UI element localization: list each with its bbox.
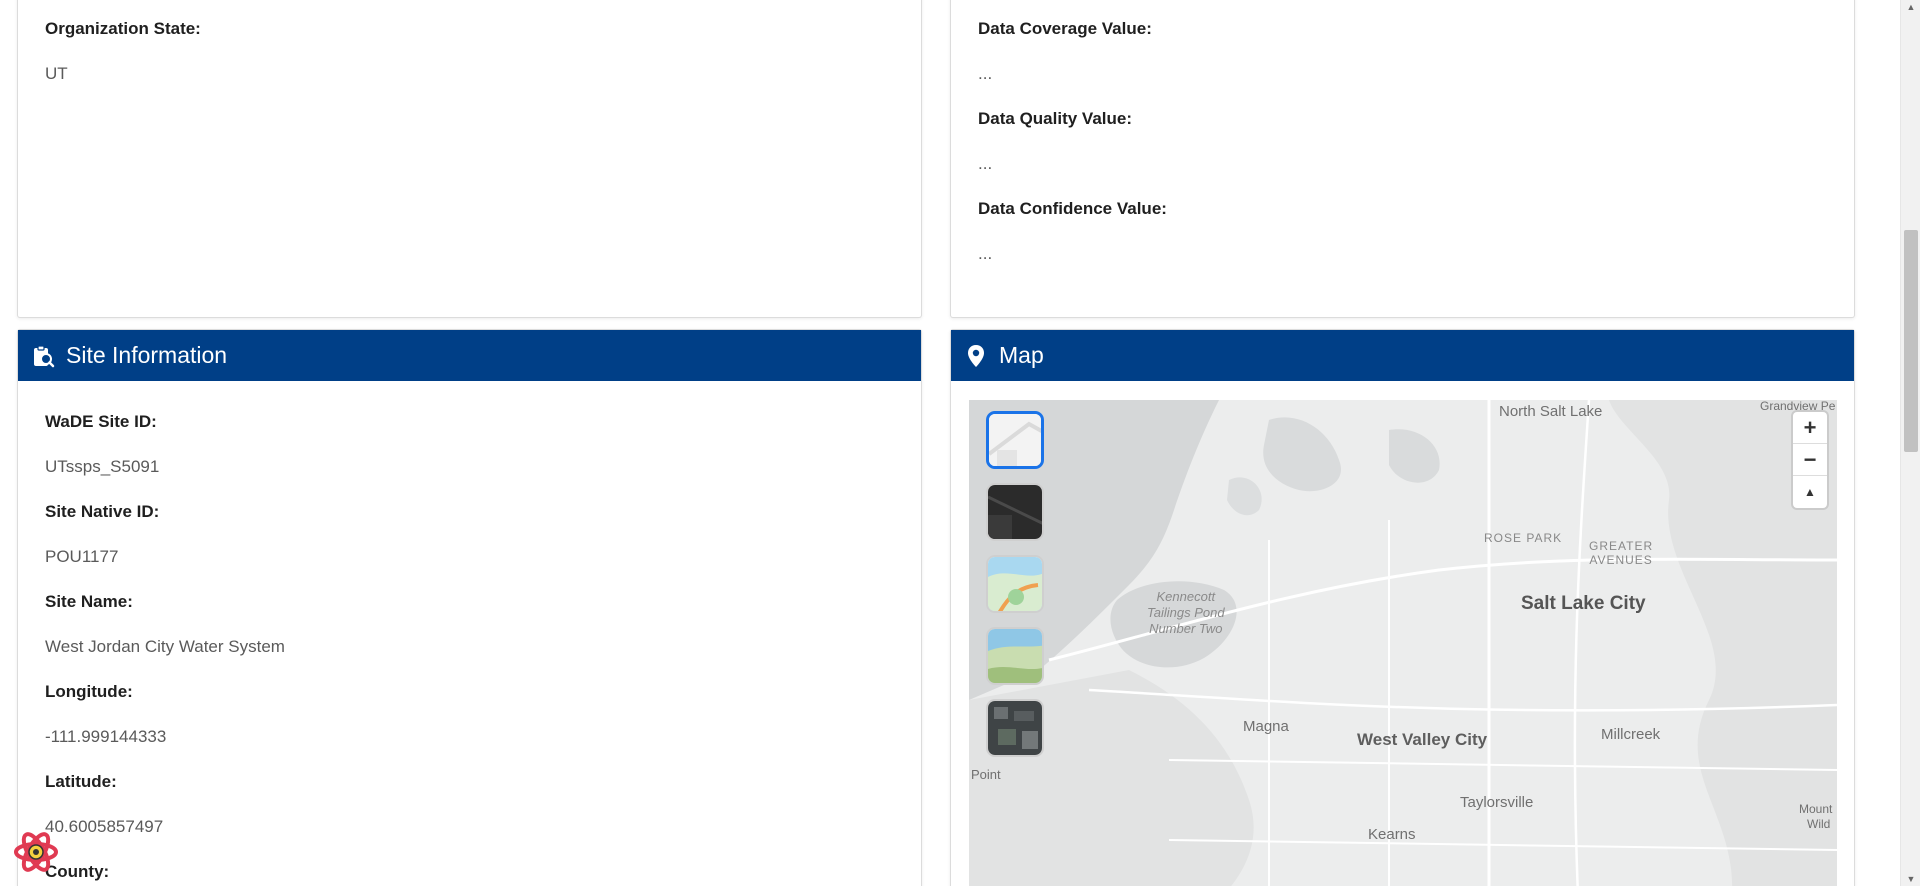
map-zoom-controls: + − ▲ [1793,412,1827,508]
site-information-card: Site Information WaDE Site ID: UTssps_S5… [17,329,922,886]
zoom-in-button[interactable]: + [1793,412,1827,444]
map-label-kennecott-line2: Tailings Pond [1147,605,1225,620]
map-label-kennecott: Kennecott Tailings Pond Number Two [1147,589,1225,637]
streets-style-thumbnail-icon [988,557,1042,611]
data-quality-card: Data Coverage Value: ... Data Quality Va… [950,0,1855,318]
site-native-id-label: Site Native ID: [45,502,160,521]
site-information-title: Site Information [66,342,228,368]
organization-state-value: UT [45,64,68,83]
scroll-down-arrow-icon[interactable]: ▼ [1901,872,1920,886]
wade-site-id-value: UTssps_S5091 [45,457,160,476]
react-devtools-badge[interactable] [12,828,60,876]
data-coverage-label: Data Coverage Value: [978,19,1152,38]
map-label-kearns: Kearns [1368,826,1416,843]
page-scrollbar[interactable]: ▲ ▼ [1900,0,1920,886]
compass-reset-button[interactable]: ▲ [1793,476,1827,508]
satellite-style-thumbnail-icon [988,701,1042,755]
react-logo-icon [14,832,58,872]
map-style-dark-button[interactable] [986,483,1044,541]
map-label-kennecott-line3: Number Two [1149,621,1223,636]
map-label-rose-park: ROSE PARK [1484,531,1563,545]
map-label-salt-lake-city: Salt Lake City [1521,593,1646,614]
data-confidence-value: ... [978,244,993,263]
dark-style-thumbnail-icon [988,485,1042,539]
map-label-kennecott-line1: Kennecott [1156,589,1216,604]
site-name-label: Site Name: [45,592,133,611]
map-title: Map [999,342,1044,368]
longitude-label: Longitude: [45,682,133,701]
latitude-label: Latitude: [45,772,117,791]
map-card: Map North Salt Lake Grandview Pe ROSE PA… [950,329,1855,886]
wade-site-id-label: WaDE Site ID: [45,412,157,431]
site-name-value: West Jordan City Water System [45,637,285,656]
map-style-streets-button[interactable] [986,555,1044,613]
compass-icon: ▲ [1804,485,1816,499]
map-label-avenues: AVENUES [1589,553,1653,567]
map-header: Map [951,330,1854,381]
map-pin-icon [963,343,989,369]
site-information-header: Site Information [18,330,921,381]
map-label-magna: Magna [1243,718,1289,735]
organization-card: Organization State: UT [17,0,922,318]
page: Organization State: UT Data Coverage Val… [0,0,1920,886]
map-canvas[interactable]: North Salt Lake Grandview Pe ROSE PARK G… [969,400,1837,886]
map-label-mount-line2: Wild [1807,817,1831,831]
data-coverage-value: ... [978,64,993,83]
data-quality-value: ... [978,154,993,173]
organization-state-label: Organization State: [45,19,201,38]
map-label-west-valley-city: West Valley City [1357,730,1488,749]
map-label-north-salt-lake: North Salt Lake [1499,403,1603,420]
data-confidence-label: Data Confidence Value: [978,199,1167,218]
longitude-value: -111.999144333 [45,727,167,746]
clipboard-search-icon [30,343,56,369]
light-style-thumbnail-icon [989,414,1041,466]
map-label-greater-avenues: GREATER AVENUES [1589,539,1653,567]
map-label-taylorsville: Taylorsville [1460,794,1534,811]
outdoors-style-thumbnail-icon [988,629,1042,683]
map-base-layer [969,400,1837,886]
map-style-outdoors-button[interactable] [986,627,1044,685]
map-style-satellite-button[interactable] [986,699,1044,757]
map-label-point: Point [971,767,1001,782]
zoom-out-button[interactable]: − [1793,444,1827,476]
data-quality-label: Data Quality Value: [978,109,1132,128]
scrollbar-thumb[interactable] [1904,230,1918,452]
site-native-id-value: POU1177 [45,547,119,566]
map-label-millcreek: Millcreek [1601,726,1661,743]
map-label-mount: Mount Wild [1799,802,1832,832]
latitude-value: 40.6005857497 [45,817,164,836]
map-label-greater: GREATER [1589,539,1654,553]
map-label-mount-line1: Mount [1799,802,1833,816]
map-style-light-button[interactable] [986,411,1044,469]
scroll-up-arrow-icon[interactable]: ▲ [1901,0,1920,14]
